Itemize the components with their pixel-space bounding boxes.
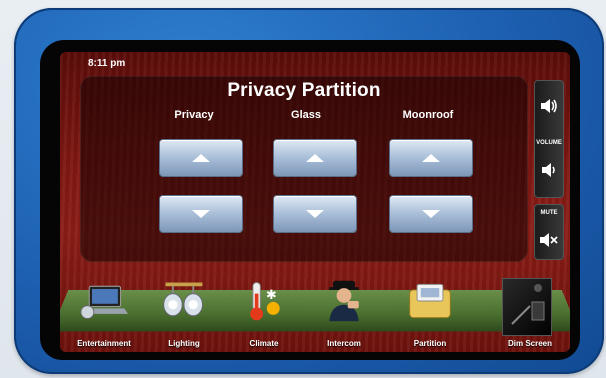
privacy-label: Privacy xyxy=(174,109,214,121)
arrow-up-icon xyxy=(306,154,324,162)
speaker-soft-icon xyxy=(542,163,555,177)
volume-down-button[interactable] xyxy=(536,156,562,184)
partition-icon xyxy=(406,278,454,324)
dim-screen-icon xyxy=(502,278,552,336)
arrow-down-icon xyxy=(422,210,440,218)
moonroof-down-button[interactable] xyxy=(390,196,472,232)
thermometer-icon: ✱ xyxy=(240,278,288,324)
arrow-down-icon xyxy=(192,210,210,218)
chauffeur-icon xyxy=(320,278,368,324)
glass-up-button[interactable] xyxy=(274,140,356,176)
privacy-up-button[interactable] xyxy=(160,140,242,176)
mute-button[interactable] xyxy=(536,226,562,254)
dock-label-lighting: Lighting xyxy=(168,339,200,348)
dock-label-climate: Climate xyxy=(249,339,279,348)
dock-label-entertainment: Entertainment xyxy=(77,339,131,348)
dock-item-lighting[interactable]: Lighting xyxy=(146,274,222,350)
dock-item-dim-screen[interactable]: Dim Screen xyxy=(492,274,568,350)
bottom-dock: Entertainment Lighting ✱ Climate Interco… xyxy=(60,268,570,352)
moonroof-label: Moonroof xyxy=(402,109,454,121)
moonroof-up-button[interactable] xyxy=(390,140,472,176)
speaker-loud-icon xyxy=(541,99,557,113)
glass-label: Glass xyxy=(291,109,321,121)
speaker-mute-icon xyxy=(540,233,558,247)
arrow-up-icon xyxy=(192,154,210,162)
arrow-up-icon xyxy=(422,154,440,162)
svg-text:✱: ✱ xyxy=(266,288,277,303)
glass-down-button[interactable] xyxy=(274,196,356,232)
dock-label-intercom: Intercom xyxy=(327,339,361,348)
dock-label-partition: Partition xyxy=(413,339,447,348)
panel-title: Privacy Partition xyxy=(227,80,381,101)
privacy-partition-panel: Privacy Partition Privacy Glass Moonroof xyxy=(80,76,528,262)
touch-screen: 8:11 pm Privacy Partition Privacy Glass … xyxy=(60,52,570,352)
dock-label-dim-screen: Dim Screen xyxy=(507,339,553,348)
dock-item-entertainment[interactable]: Entertainment xyxy=(66,274,142,350)
clock: 8:11 pm xyxy=(88,58,126,69)
dock-item-climate[interactable]: ✱ Climate xyxy=(226,274,302,350)
spotlight-icon xyxy=(160,278,208,324)
dock-item-partition[interactable]: Partition xyxy=(392,274,468,350)
volume-control: VOLUME xyxy=(534,80,564,198)
dock-item-intercom[interactable]: Intercom xyxy=(306,274,382,350)
mute-control[interactable]: MUTE xyxy=(534,204,564,260)
laptop-icon xyxy=(80,278,128,324)
mute-label: MUTE xyxy=(540,210,558,216)
privacy-down-button[interactable] xyxy=(160,196,242,232)
volume-up-button[interactable] xyxy=(536,92,562,120)
arrow-down-icon xyxy=(306,210,324,218)
volume-label: VOLUME xyxy=(536,140,562,146)
